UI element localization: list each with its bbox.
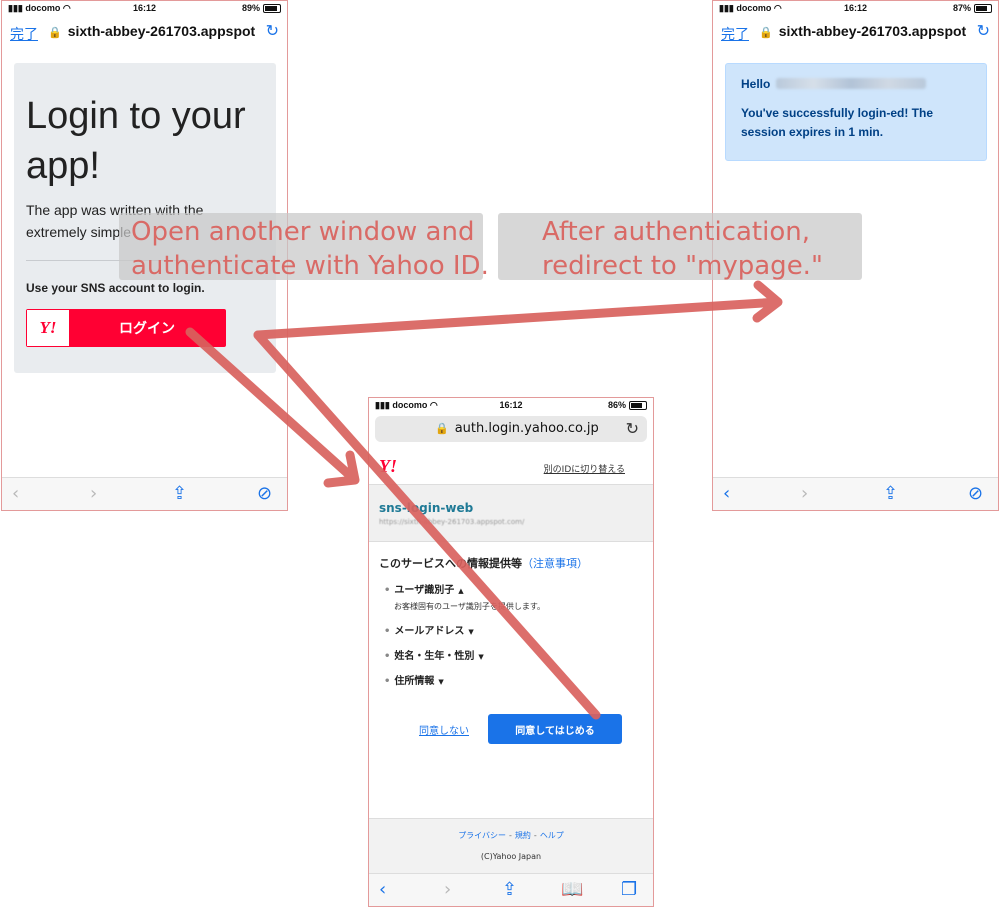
share-icon[interactable]: ⇪ xyxy=(172,483,187,504)
battery-icon xyxy=(263,3,281,13)
lock-icon: 🔒 xyxy=(48,27,62,39)
browser-toolbar: ‹ › ⇪ 📖 ❐ xyxy=(369,873,653,906)
url-text[interactable]: sixth-abbey-261703.appspot xyxy=(68,23,256,39)
consent-item-address[interactable]: • 住所情報 ▼ xyxy=(384,672,444,687)
chevron-right-icon[interactable]: › xyxy=(90,483,97,504)
app-url: https://sixth-abbey-261703.appspot.com/ xyxy=(379,518,525,526)
yahoo-footer: プライバシー - 規約 - ヘルプ (C)Yahoo Japan xyxy=(369,818,653,877)
book-icon[interactable]: 📖 xyxy=(561,879,583,900)
battery-percent: 86% xyxy=(607,400,626,410)
login-button-label: ログイン xyxy=(119,321,175,337)
status-bar: ▮▮▮ docomo ◠ 16:12 86% xyxy=(369,398,653,412)
privacy-link[interactable]: プライバシー xyxy=(458,831,506,840)
browser-toolbar: ‹ › ⇪ ⊘ xyxy=(713,477,998,510)
consent-item-user-id[interactable]: • ユーザ識別子 ▲ xyxy=(384,581,464,596)
lock-icon: 🔒 xyxy=(435,422,449,435)
status-bar: ▮▮▮ docomo ◠ 16:12 89% xyxy=(2,1,287,15)
chevron-right-icon[interactable]: › xyxy=(801,483,808,504)
success-alert: Hello You've successfully login-ed! The … xyxy=(725,63,987,161)
consent-title: このサービスへの情報提供等（注意事項） xyxy=(379,557,588,570)
caret-up-icon: ▲ xyxy=(458,587,464,595)
reload-icon[interactable]: ↻ xyxy=(266,21,279,41)
chevron-left-icon[interactable]: ‹ xyxy=(12,483,19,504)
auth-phone: ▮▮▮ docomo ◠ 16:12 86% 🔒 auth.login.yahoo… xyxy=(368,397,654,907)
url-text[interactable]: sixth-abbey-261703.appspot xyxy=(779,23,967,39)
deny-link[interactable]: 同意しない xyxy=(419,722,469,737)
app-info: sns-login-web https://sixth-abbey-261703… xyxy=(369,485,653,542)
address-bar[interactable]: 🔒 auth.login.yahoo.co.jp ↻ xyxy=(375,416,647,442)
yahoo-logo: Y! xyxy=(379,456,397,476)
page-title: Login to your app! xyxy=(26,95,246,187)
hello-label: Hello xyxy=(741,77,771,91)
chevron-left-icon[interactable]: ‹ xyxy=(723,483,730,504)
share-icon[interactable]: ⇪ xyxy=(502,879,517,900)
yahoo-header: Y! 別のIDに切り替える xyxy=(369,450,653,485)
reload-icon[interactable]: ↻ xyxy=(977,21,990,41)
yahoo-login-button[interactable]: Y! ログイン xyxy=(26,309,226,347)
consent-item-email[interactable]: • メールアドレス ▼ xyxy=(384,622,474,637)
battery-percent: 89% xyxy=(241,3,260,13)
app-name: sns-login-web xyxy=(379,501,474,515)
success-message: You've successfully login-ed! The sessio… xyxy=(741,106,934,139)
chevron-left-icon[interactable]: ‹ xyxy=(379,879,386,900)
lock-icon: 🔒 xyxy=(759,27,773,39)
notes-link[interactable]: 注意事項 xyxy=(533,557,577,570)
caption-redirect: After authentication, redirect to "mypag… xyxy=(498,213,862,281)
terms-link[interactable]: 規約 xyxy=(515,831,531,840)
tabs-icon[interactable]: ❐ xyxy=(621,879,637,900)
arrow-to-mypage xyxy=(253,280,783,340)
consent-item-description: お客様固有のユーザ識別子を提供します。 xyxy=(394,602,546,611)
address-bar: 完了 🔒 sixth-abbey-261703.appspot ↻ xyxy=(713,17,998,47)
switch-id-link[interactable]: 別のIDに切り替える xyxy=(544,462,625,475)
url-text[interactable]: auth.login.yahoo.co.jp xyxy=(455,421,599,436)
redacted-email xyxy=(776,78,927,89)
compass-icon[interactable]: ⊘ xyxy=(257,483,272,504)
agree-button[interactable]: 同意してはじめる xyxy=(488,714,622,744)
caret-down-icon: ▼ xyxy=(478,653,484,661)
battery-icon xyxy=(629,400,647,410)
caret-down-icon: ▼ xyxy=(438,678,444,686)
battery-icon xyxy=(974,3,992,13)
sns-label: Use your SNS account to login. xyxy=(26,281,205,295)
chevron-right-icon[interactable]: › xyxy=(444,879,451,900)
caret-down-icon: ▼ xyxy=(468,628,474,636)
done-button[interactable]: 完了 xyxy=(721,24,749,44)
browser-toolbar: ‹ › ⇪ ⊘ xyxy=(2,477,287,510)
caption-open-window: Open another window and authenticate wit… xyxy=(119,213,489,281)
reload-icon[interactable]: ↻ xyxy=(626,419,639,438)
copyright: (C)Yahoo Japan xyxy=(480,852,542,861)
done-button[interactable]: 完了 xyxy=(10,24,38,44)
help-link[interactable]: ヘルプ xyxy=(540,831,564,840)
status-bar: ▮▮▮ docomo ◠ 16:12 87% xyxy=(713,1,998,15)
battery-percent: 87% xyxy=(952,3,971,13)
share-icon[interactable]: ⇪ xyxy=(883,483,898,504)
yahoo-logo: Y! xyxy=(27,310,69,346)
compass-icon[interactable]: ⊘ xyxy=(968,483,983,504)
address-bar: 完了 🔒 sixth-abbey-261703.appspot ↻ xyxy=(2,17,287,47)
consent-item-name-birth-gender[interactable]: • 姓名・生年・性別 ▼ xyxy=(384,647,484,662)
